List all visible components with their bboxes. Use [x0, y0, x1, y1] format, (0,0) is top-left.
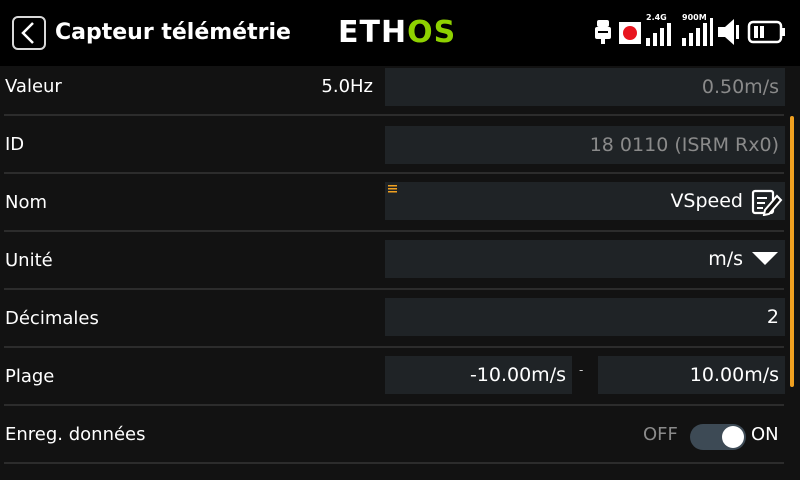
enreg-label: Enreg. données — [5, 424, 146, 445]
signal-24-icon: 2.4G — [644, 13, 676, 50]
ethos-logo: ETHOS — [338, 15, 457, 50]
divider — [4, 462, 784, 464]
unite-label: Unité — [5, 250, 53, 271]
row-enreg: Enreg. données OFF ON — [0, 406, 800, 464]
usb-icon — [592, 14, 614, 50]
edit-icon[interactable] — [751, 188, 783, 216]
nom-value: VSpeed — [670, 190, 743, 212]
nom-label: Nom — [5, 192, 48, 213]
row-unite: Unité m/s — [0, 232, 800, 290]
unite-dropdown[interactable]: m/s — [385, 240, 785, 278]
row-plage: Plage -10.00m/s - 10.00m/s — [0, 348, 800, 406]
toggle-off-label: OFF — [643, 424, 678, 445]
row-id: ID 18 0110 (ISRM Rx0) — [0, 116, 800, 174]
unite-value: m/s — [708, 248, 743, 270]
drag-handle-icon — [388, 185, 397, 193]
nom-field[interactable]: VSpeed — [385, 182, 785, 220]
dropdown-arrow-icon — [752, 252, 778, 265]
row-valeur: Valeur 5.0Hz 0.50m/s — [0, 58, 800, 116]
page-title: Capteur télémétrie — [55, 20, 291, 45]
toggle-knob — [722, 426, 744, 448]
plage-max-field[interactable]: 10.00m/s — [598, 356, 785, 394]
range-separator: - — [579, 363, 584, 377]
decimales-field[interactable]: 2 — [385, 298, 785, 336]
plage-min-field[interactable]: -10.00m/s — [385, 356, 572, 394]
scrollbar[interactable] — [790, 116, 794, 387]
toggle-on-label: ON — [751, 424, 779, 445]
top-bar: Capteur télémétrie ETHOS 2.4G 900M — [0, 0, 800, 66]
back-button[interactable] — [12, 16, 46, 50]
valeur-frequency: 5.0Hz — [321, 76, 373, 97]
plage-label: Plage — [5, 366, 55, 387]
id-label: ID — [5, 134, 25, 155]
logging-toggle[interactable] — [690, 424, 746, 450]
battery-icon — [747, 14, 787, 50]
id-field: 18 0110 (ISRM Rx0) — [385, 126, 785, 164]
decimales-label: Décimales — [5, 308, 99, 329]
signal-900-icon: 900M — [680, 13, 714, 50]
volume-icon — [717, 14, 743, 50]
valeur-label: Valeur — [5, 76, 62, 97]
back-arrow-icon — [21, 22, 34, 44]
valeur-field: 0.50m/s — [385, 68, 785, 106]
row-decimales: Décimales 2 — [0, 290, 800, 348]
record-icon — [618, 14, 642, 50]
row-nom: Nom VSpeed — [0, 174, 800, 232]
